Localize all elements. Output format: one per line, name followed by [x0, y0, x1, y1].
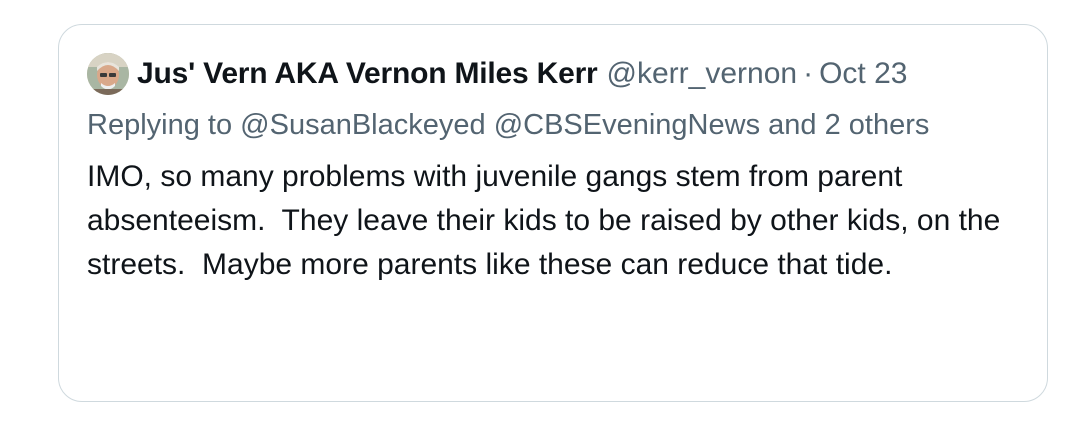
quoted-tweet-card[interactable]: Jus' Vern AKA Vernon Miles Kerr @kerr_ve…: [58, 24, 1048, 402]
tweet-text: IMO, so many problems with juvenile gang…: [87, 160, 1009, 281]
tweet-date[interactable]: Oct 23: [819, 57, 907, 91]
author-handle[interactable]: @kerr_vernon: [607, 57, 798, 91]
tweet-header: Jus' Vern AKA Vernon Miles Kerr @kerr_ve…: [87, 51, 1019, 97]
avatar-photo-icon: [87, 53, 129, 95]
mention-cbseveningnews[interactable]: @CBSEveningNews: [494, 109, 760, 141]
author-name[interactable]: Jus' Vern AKA Vernon Miles Kerr: [137, 57, 598, 91]
mention-susanblackeyed[interactable]: @SusanBlackeyed: [240, 109, 485, 141]
replying-to-line: Replying to @SusanBlackeyed @CBSEveningN…: [87, 103, 987, 147]
separator-dot: ·: [803, 57, 814, 90]
replying-others[interactable]: and 2 others: [760, 109, 929, 141]
avatar[interactable]: [87, 53, 129, 95]
replying-prefix: Replying to: [87, 109, 241, 141]
